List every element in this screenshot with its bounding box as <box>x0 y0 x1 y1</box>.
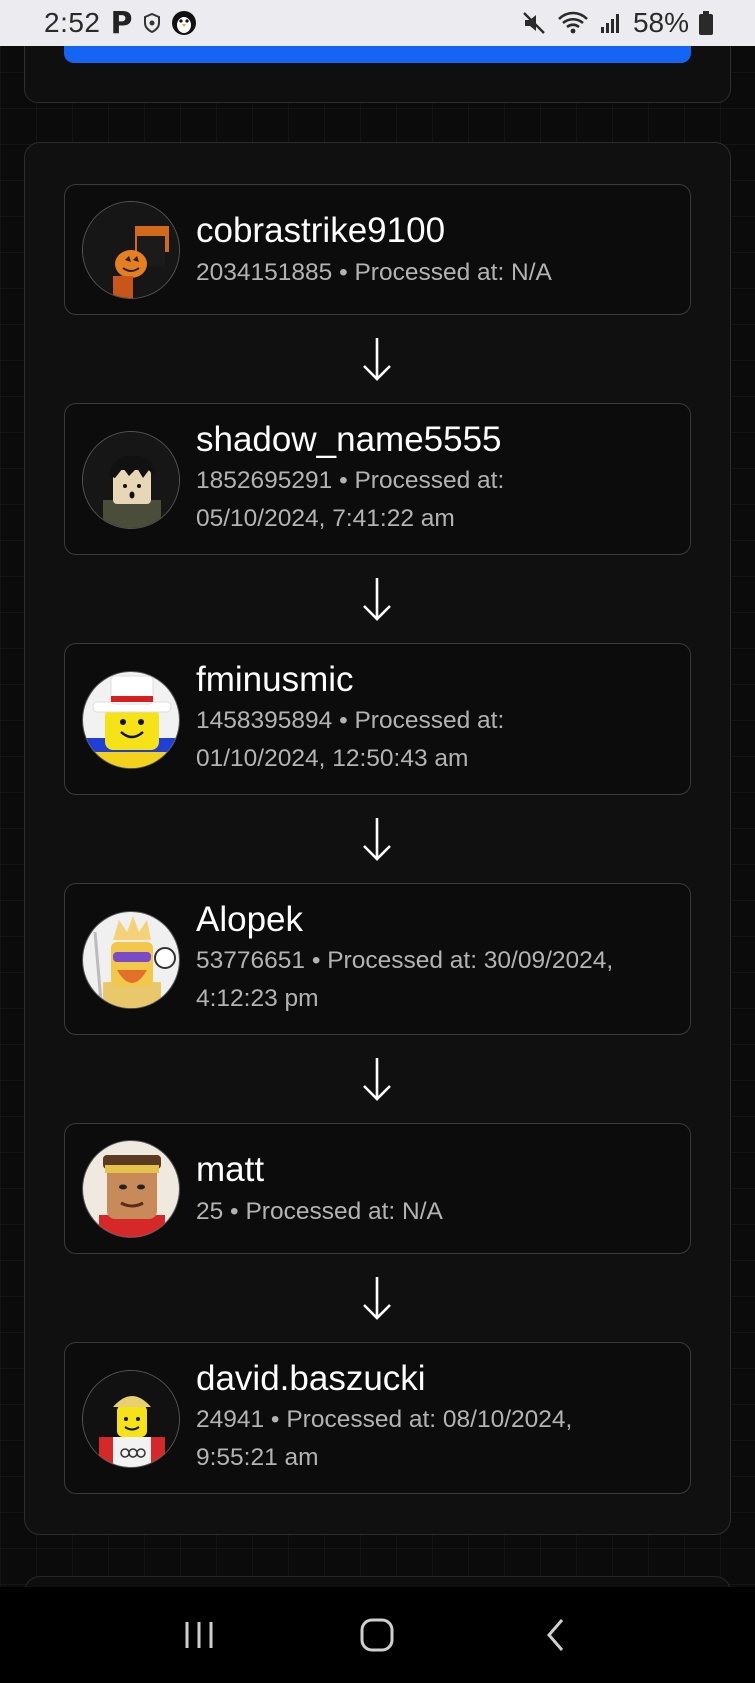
app-p-icon: P <box>110 5 133 41</box>
battery-icon <box>699 11 713 35</box>
arrow-down-icon <box>361 576 393 622</box>
penguin-icon <box>171 10 197 36</box>
user-card[interactable]: david.baszucki 24941 • Processed at: 08/… <box>64 1342 691 1494</box>
pumpkin-avatar <box>82 201 180 299</box>
user-meta: 24941 • Processed at: 08/10/2024, 9:55:2… <box>196 1406 573 1471</box>
arrow-down-icon <box>361 1275 393 1321</box>
user-card[interactable]: fminusmic 1458395894 • Processed at: 01/… <box>64 643 691 795</box>
user-meta: 53776651 • Processed at: 30/09/2024, 4:1… <box>196 947 614 1012</box>
user-meta: 1458395894 • Processed at: 01/10/2024, 1… <box>196 707 505 772</box>
user-meta: 2034151885 • Processed at: N/A <box>196 259 552 286</box>
user-meta: 25 • Processed at: N/A <box>196 1198 443 1225</box>
user-meta: 1852695291 • Processed at: 05/10/2024, 7… <box>196 467 505 532</box>
signal-icon <box>599 11 623 35</box>
smiley-hat-avatar <box>82 671 180 769</box>
status-time: 2:52 <box>44 7 101 38</box>
arrow-down-icon <box>361 816 393 862</box>
username: shadow_name5555 <box>196 420 502 459</box>
recent-apps-icon[interactable] <box>169 1605 229 1665</box>
mute-icon <box>521 10 547 36</box>
username: david.baszucki <box>196 1359 426 1398</box>
back-icon[interactable] <box>526 1605 586 1665</box>
status-right: 58% <box>521 7 713 39</box>
user-card[interactable]: cobrastrike9100 2034151885 • Processed a… <box>64 184 691 315</box>
battery-percent: 58% <box>632 7 689 38</box>
user-card[interactable]: shadow_name5555 1852695291 • Processed a… <box>64 403 691 555</box>
user-card[interactable]: matt 25 • Processed at: N/A <box>64 1123 691 1254</box>
hardhat-avatar <box>82 1370 180 1468</box>
username: Alopek <box>196 900 304 939</box>
dark-hair-avatar <box>82 431 180 529</box>
wifi-icon <box>557 10 589 36</box>
home-icon[interactable] <box>347 1605 407 1665</box>
username: fminusmic <box>196 660 354 699</box>
username: cobrastrike9100 <box>196 211 446 250</box>
username: matt <box>196 1150 265 1189</box>
arrow-down-icon <box>361 1056 393 1102</box>
navigation-bar <box>0 1587 755 1683</box>
shield-icon <box>143 13 161 33</box>
arrow-down-icon <box>361 336 393 382</box>
user-card[interactable]: Alopek 53776651 • Processed at: 30/09/20… <box>64 883 691 1035</box>
crowned-avatar <box>82 911 180 1009</box>
status-bar: 2:52 P 58% <box>0 0 755 46</box>
status-left: 2:52 P <box>44 6 197 41</box>
headband-avatar <box>82 1140 180 1238</box>
